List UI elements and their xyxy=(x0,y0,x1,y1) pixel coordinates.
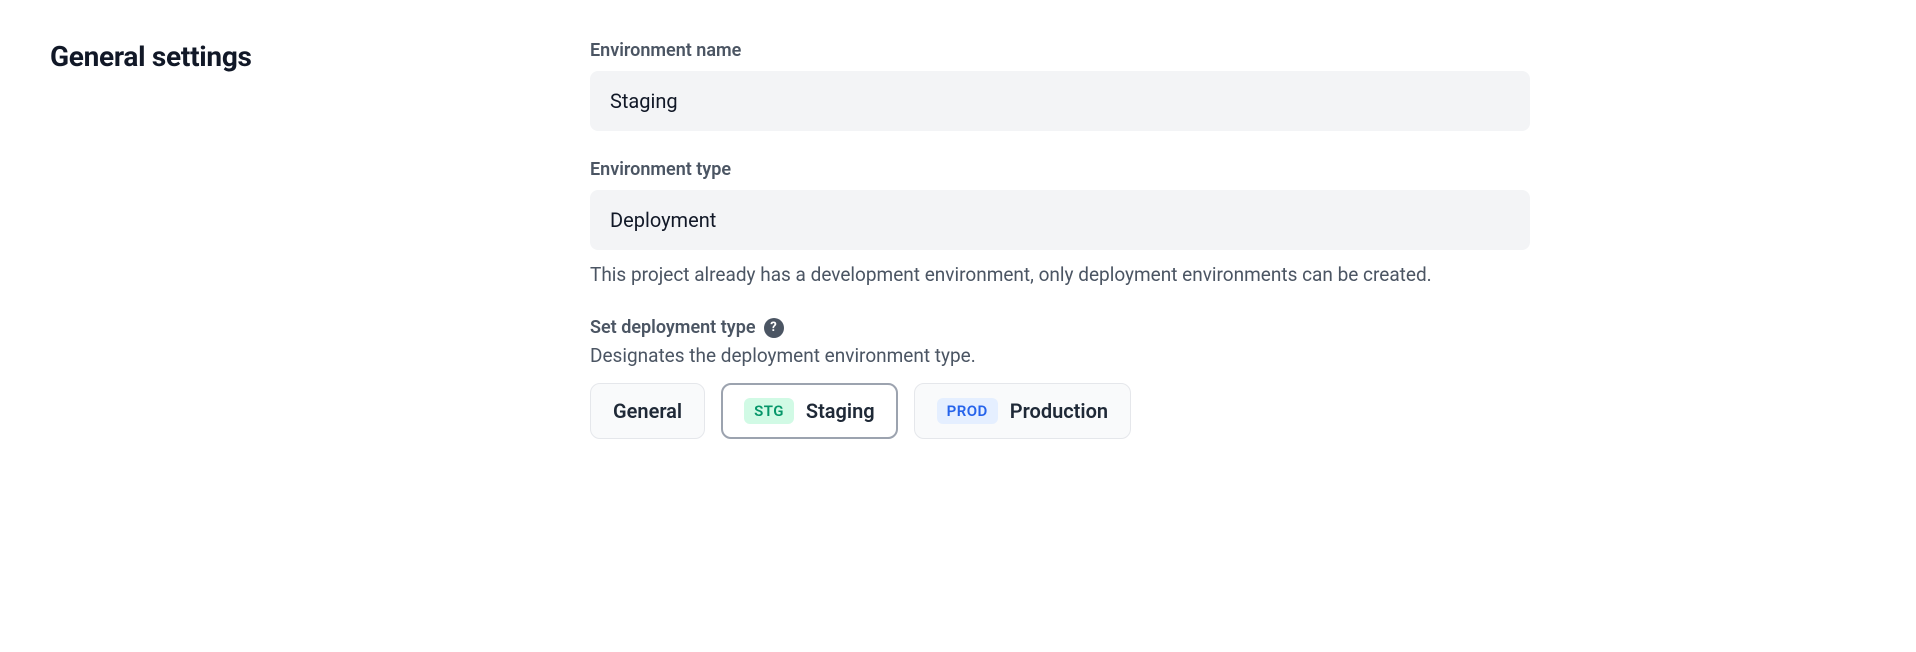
page-title: General settings xyxy=(50,40,550,73)
option-label: Staging xyxy=(806,399,875,423)
deployment-type-label: Set deployment type xyxy=(590,317,756,338)
stg-badge: STG xyxy=(744,398,794,424)
deployment-type-option-general[interactable]: General xyxy=(590,383,705,439)
environment-name-input[interactable] xyxy=(590,71,1530,131)
deployment-type-description: Designates the deployment environment ty… xyxy=(590,344,1530,367)
deployment-type-options: General STG Staging PROD Production xyxy=(590,383,1530,439)
option-label: Production xyxy=(1010,399,1108,423)
environment-type-help: This project already has a development e… xyxy=(590,260,1530,289)
deployment-type-option-staging[interactable]: STG Staging xyxy=(721,383,898,439)
deployment-type-group: Set deployment type ? Designates the dep… xyxy=(590,317,1530,439)
environment-type-value: Deployment xyxy=(590,190,1530,250)
prod-badge: PROD xyxy=(937,398,998,424)
environment-type-label: Environment type xyxy=(590,159,1530,180)
environment-name-group: Environment name xyxy=(590,40,1530,131)
deployment-type-option-production[interactable]: PROD Production xyxy=(914,383,1131,439)
help-icon[interactable]: ? xyxy=(764,318,784,338)
environment-name-label: Environment name xyxy=(590,40,1530,61)
option-label: General xyxy=(613,399,682,423)
environment-type-group: Environment type Deployment This project… xyxy=(590,159,1530,289)
